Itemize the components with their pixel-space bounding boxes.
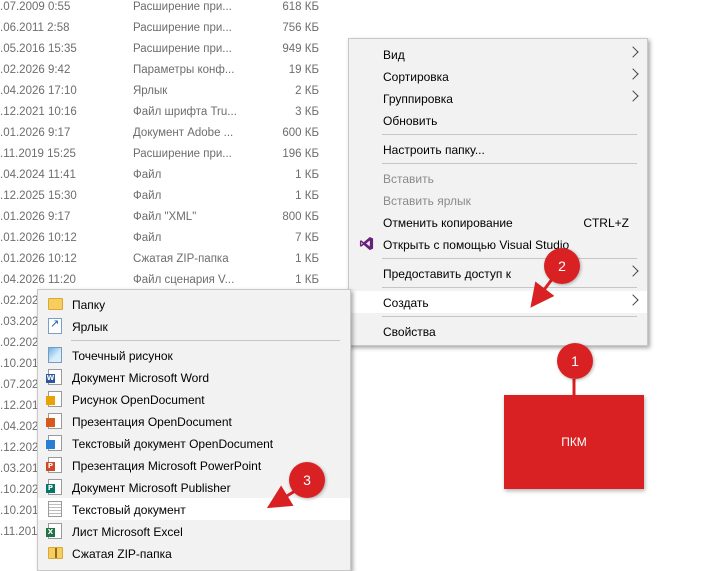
step-badge-3: 3 [289,462,325,498]
step-badge-1: 1 [557,343,593,379]
step-badge-2: 2 [544,248,580,284]
right-click-label: ПКМ [504,395,644,489]
